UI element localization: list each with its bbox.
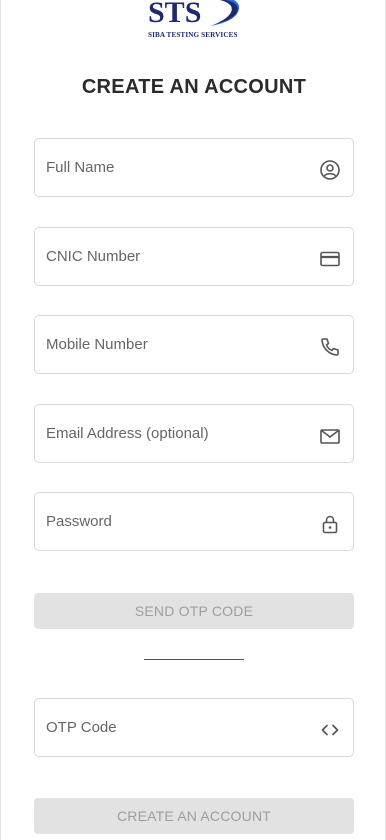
cnic-input[interactable] (46, 228, 306, 285)
envelope-icon (320, 429, 340, 444)
logo-swoosh-icon (210, 0, 240, 26)
full-name-input[interactable] (46, 139, 306, 196)
divider (144, 659, 244, 660)
email-field[interactable] (34, 404, 354, 463)
mobile-input[interactable] (46, 316, 306, 373)
sts-logo: STS SIBA TESTING SERVICES (144, 0, 254, 44)
password-input[interactable] (46, 493, 306, 550)
page-frame: STS SIBA TESTING SERVICES CREATE AN ACCO… (0, 0, 386, 840)
otp-field[interactable] (34, 698, 354, 757)
page-title: CREATE AN ACCOUNT (81, 76, 307, 98)
create-account-button[interactable]: CREATE AN ACCOUNT (34, 798, 354, 834)
user-circle-icon (320, 160, 340, 180)
lock-icon (322, 515, 338, 534)
email-input[interactable] (46, 405, 306, 462)
full-name-field[interactable] (34, 138, 354, 197)
id-card-icon (320, 251, 340, 267)
logo-text: STS (148, 0, 202, 29)
otp-input[interactable] (46, 699, 306, 756)
logo-tagline: SIBA TESTING SERVICES (148, 31, 238, 39)
cnic-field[interactable] (34, 227, 354, 286)
mobile-field[interactable] (34, 315, 354, 374)
password-field[interactable] (34, 492, 354, 551)
code-icon (321, 724, 339, 736)
phone-icon (321, 338, 339, 356)
send-otp-button[interactable]: SEND OTP CODE (34, 593, 354, 629)
